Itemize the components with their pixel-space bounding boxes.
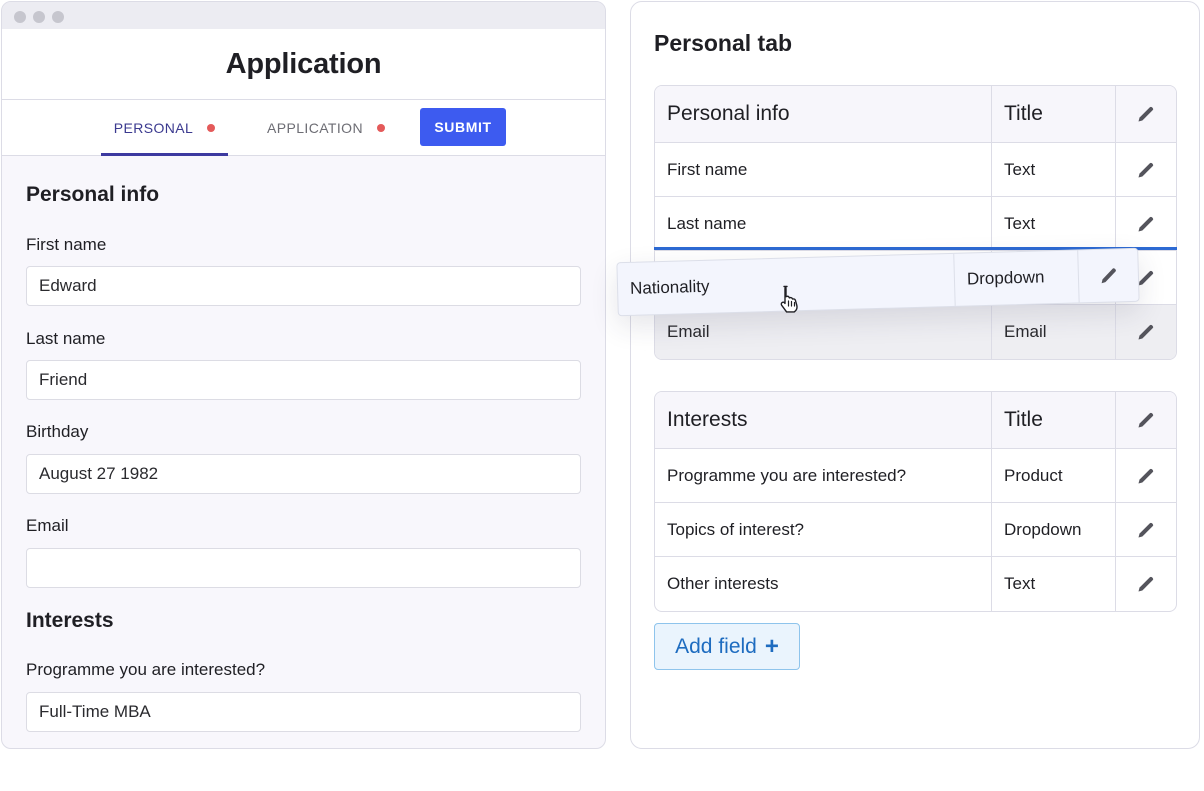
pencil-icon — [1138, 468, 1154, 483]
field-type: Text — [992, 143, 1116, 196]
edit-field-button[interactable] — [1116, 503, 1176, 556]
tab-personal[interactable]: PERSONAL — [101, 100, 228, 156]
window-maximize-dot[interactable] — [52, 11, 64, 23]
interests-table: Interests Title Programme you are intere… — [654, 391, 1177, 612]
edit-field-button[interactable] — [1116, 143, 1176, 196]
page-title: Application — [225, 47, 382, 80]
hand-cursor-icon — [780, 285, 798, 313]
birthday-label: Birthday — [26, 422, 89, 441]
window-minimize-dot[interactable] — [33, 11, 45, 23]
table-header-type: Title — [992, 392, 1116, 448]
field-type: Product — [992, 449, 1116, 502]
add-field-label: Add field — [675, 634, 757, 658]
dragged-field-type: Dropdown — [954, 250, 1080, 306]
personal-info-table: Personal info Title First name Text Last… — [654, 85, 1177, 360]
email-label: Email — [26, 516, 69, 535]
edit-field-button[interactable] — [1078, 249, 1138, 303]
application-window: Application PERSONAL APPLICATION SUBMIT … — [1, 1, 606, 749]
field-name: Other interests — [655, 557, 992, 611]
last-name-input[interactable] — [26, 360, 581, 400]
edit-field-button[interactable] — [1116, 305, 1176, 359]
field-name: Programme you are interested? — [655, 449, 992, 502]
table-header-row: Interests Title — [655, 392, 1176, 449]
first-name-label: First name — [26, 235, 107, 254]
field-name: Last name — [655, 197, 992, 250]
window-titlebar — [2, 2, 605, 29]
field-type: Text — [992, 197, 1116, 250]
add-field-button[interactable]: Add field + — [654, 623, 800, 670]
section-heading-personal-info: Personal info — [26, 183, 160, 206]
table-header-type: Title — [992, 86, 1116, 142]
incomplete-indicator-dot — [376, 123, 385, 132]
pencil-icon — [1138, 162, 1154, 177]
window-close-dot[interactable] — [14, 11, 26, 23]
edit-section-button[interactable] — [1116, 392, 1176, 448]
table-header-name: Interests — [655, 392, 992, 448]
field-name: Topics of interest? — [655, 503, 992, 556]
table-row[interactable]: Last name Text — [655, 197, 1176, 251]
edit-field-button[interactable] — [1116, 557, 1176, 611]
tab-personal-label: PERSONAL — [113, 119, 194, 136]
table-row[interactable]: First name Text — [655, 143, 1176, 197]
panel-title: Personal tab — [654, 30, 793, 56]
table-row[interactable]: Topics of interest? Dropdown — [655, 503, 1176, 557]
field-name: First name — [655, 143, 992, 196]
section-heading-interests: Interests — [26, 609, 114, 632]
tab-application[interactable]: APPLICATION — [262, 100, 390, 155]
pencil-icon — [1101, 268, 1116, 284]
incomplete-indicator-dot — [207, 123, 216, 132]
first-name-input[interactable] — [26, 266, 581, 306]
pencil-icon — [1138, 216, 1154, 231]
submit-button[interactable]: SUBMIT — [420, 108, 506, 146]
pencil-icon — [1138, 576, 1154, 592]
pencil-icon — [1138, 324, 1154, 340]
last-name-label: Last name — [26, 329, 106, 348]
pencil-icon — [1138, 522, 1154, 537]
edit-section-button[interactable] — [1116, 86, 1176, 142]
table-row[interactable]: Programme you are interested? Product — [655, 449, 1176, 503]
app-header: Application — [2, 29, 605, 100]
pencil-icon — [1138, 106, 1154, 122]
programme-input[interactable] — [26, 692, 581, 732]
field-type: Text — [992, 557, 1116, 611]
edit-field-button[interactable] — [1116, 197, 1176, 250]
birthday-input[interactable] — [26, 454, 581, 494]
programme-label: Programme you are interested? — [26, 660, 266, 679]
edit-field-button[interactable] — [1116, 449, 1176, 502]
table-header-name: Personal info — [655, 86, 992, 142]
form-builder-panel: Personal tab Personal info Title First n… — [630, 1, 1200, 749]
plus-icon: + — [764, 632, 779, 660]
field-type: Email — [992, 305, 1116, 359]
tab-application-label: APPLICATION — [267, 119, 363, 136]
tab-bar: PERSONAL APPLICATION SUBMIT — [2, 100, 605, 156]
email-input[interactable] — [26, 548, 581, 588]
table-header-row: Personal info Title — [655, 86, 1176, 143]
pencil-icon — [1138, 412, 1154, 428]
table-row[interactable]: Email Email — [655, 305, 1176, 359]
table-row[interactable]: Other interests Text — [655, 557, 1176, 611]
field-type: Dropdown — [992, 503, 1116, 556]
